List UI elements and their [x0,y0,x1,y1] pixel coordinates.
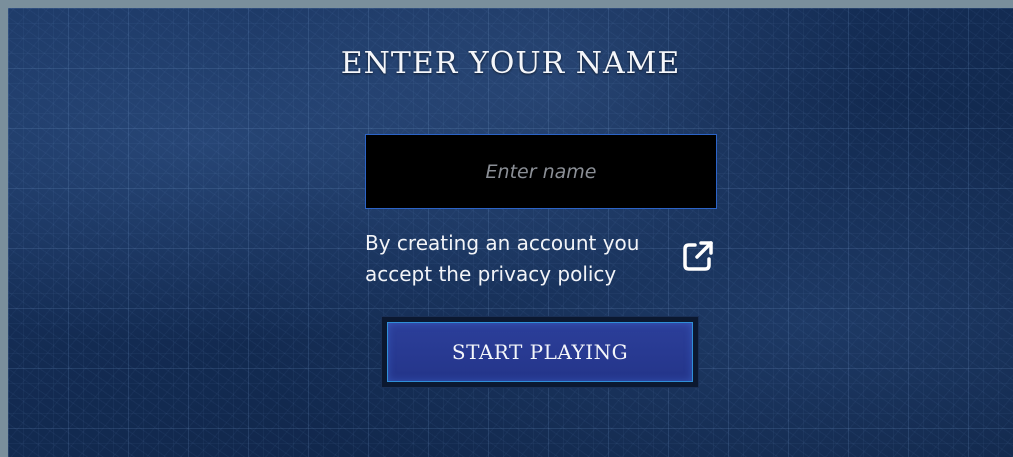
page-title: ENTER YOUR NAME [340,46,681,81]
name-input[interactable] [365,134,717,209]
start-playing-button[interactable]: START PLAYING [387,322,693,382]
external-link-icon[interactable] [680,238,716,274]
privacy-notice-line-1: By creating an account you [365,231,640,255]
start-button-frame: START PLAYING [381,316,699,388]
privacy-notice: By creating an account you accept the pr… [365,228,685,290]
login-panel: ENTER YOUR NAME By creating an account y… [8,8,1013,457]
external-link-icon-graphic [683,241,713,271]
privacy-notice-line-2: accept the privacy policy [365,262,617,286]
window-frame: ENTER YOUR NAME By creating an account y… [0,0,1013,457]
